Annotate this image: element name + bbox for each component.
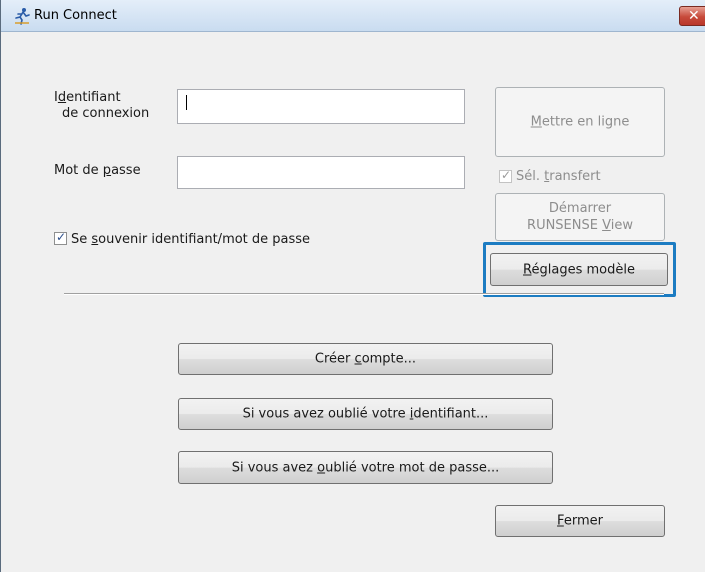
text-caret — [186, 95, 187, 110]
window-title: Run Connect — [34, 8, 117, 23]
login-id-input[interactable] — [177, 89, 465, 124]
password-label: Mot de passe — [54, 163, 141, 178]
checkmark-icon: ✓ — [56, 230, 67, 244]
login-id-label-line2: de connexion — [62, 106, 150, 121]
model-settings-button[interactable]: Réglages modèle — [490, 253, 668, 286]
separator-line — [64, 293, 664, 295]
running-man-icon — [15, 8, 30, 25]
close-icon: ✕ — [688, 8, 700, 24]
start-runsense-view-button[interactable]: Démarrer RUNSENSE View — [495, 193, 665, 241]
remember-checkbox[interactable]: ✓ — [54, 230, 67, 245]
close-button[interactable]: Fermer — [495, 505, 665, 537]
checkmark-icon: ✓ — [501, 168, 512, 182]
password-input[interactable] — [177, 156, 465, 189]
forgot-password-button[interactable]: Si vous avez oublié votre mot de passe..… — [178, 451, 553, 484]
transfer-checkbox[interactable]: ✓ — [499, 168, 512, 183]
create-account-button[interactable]: Créer compte... — [178, 343, 553, 375]
go-online-button[interactable]: Mettre en ligne — [495, 87, 665, 157]
dialog-window: Run Connect ✕ Identifiant de connexion M… — [0, 0, 705, 572]
forgot-id-button[interactable]: Si vous avez oublié votre identifiant... — [178, 398, 553, 430]
transfer-label[interactable]: Sél. transfert — [516, 169, 601, 184]
close-window-button[interactable]: ✕ — [679, 6, 705, 26]
login-id-label: Identifiant — [54, 90, 121, 105]
remember-label[interactable]: Se souvenir identifiant/mot de passe — [71, 232, 310, 247]
title-bar[interactable]: Run Connect ✕ — [1, 0, 705, 32]
